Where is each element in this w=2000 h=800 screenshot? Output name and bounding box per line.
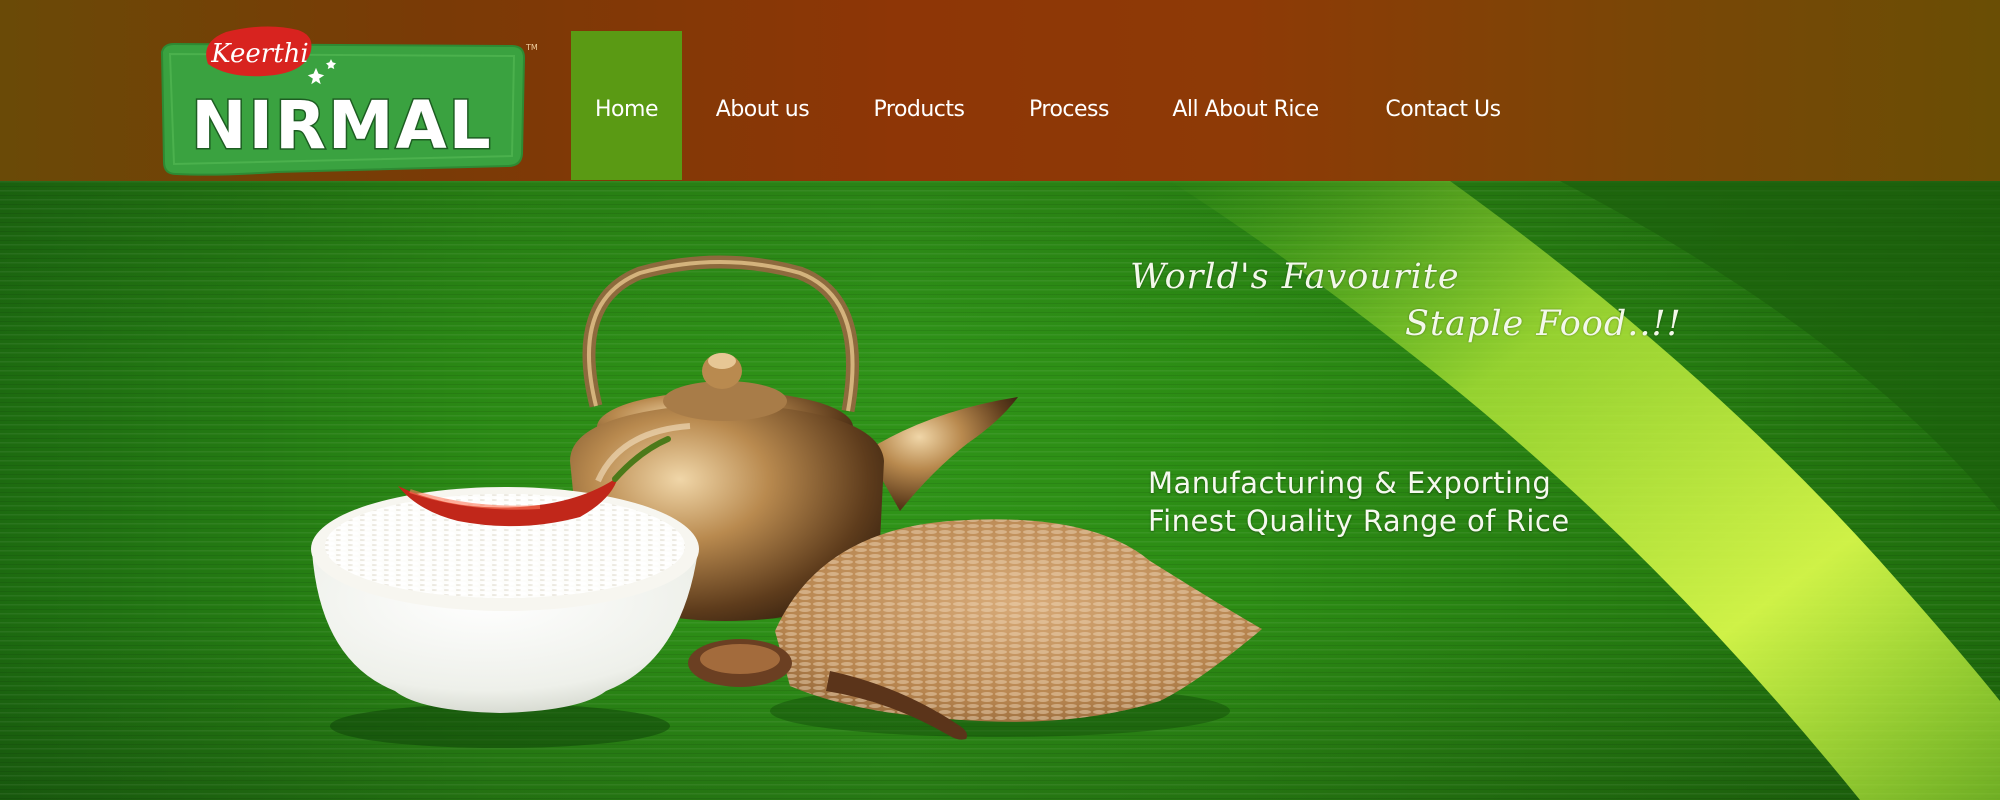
site-header: Keerthi NIRMAL TM Home About us Products… (0, 0, 2000, 181)
tagline-line-1: World's Favourite (1130, 257, 1460, 297)
nav-item-products[interactable]: Products (843, 31, 995, 180)
brand-logo[interactable]: Keerthi NIRMAL TM (156, 24, 538, 182)
nav-label: Contact Us (1385, 97, 1501, 122)
headline-line-1: Manufacturing & Exporting (1148, 466, 1552, 500)
nav-item-process[interactable]: Process (995, 31, 1143, 180)
nav-label: Process (1029, 97, 1109, 122)
logo-script-text: Keerthi (210, 39, 308, 69)
hero-banner: World's Favourite Staple Food..!! Manufa… (0, 181, 2000, 800)
nav-item-about-us[interactable]: About us (682, 31, 843, 180)
headline-line-2: Finest Quality Range of Rice (1148, 504, 1570, 538)
nav-label: About us (715, 97, 810, 122)
nav-label: Products (873, 97, 966, 122)
nav-item-all-about-rice[interactable]: All About Rice (1143, 31, 1348, 180)
hero-illustration (0, 181, 2000, 800)
nav-label: Home (595, 97, 658, 122)
logo-main-text: NIRMAL (191, 87, 492, 164)
tagline-line-2: Staple Food..!! (1405, 304, 1682, 344)
nav-item-home[interactable]: Home (571, 31, 682, 180)
main-nav: Home About us Products Process All About… (571, 31, 1538, 180)
nav-item-contact-us[interactable]: Contact Us (1348, 31, 1538, 180)
nav-label: All About Rice (1172, 97, 1319, 122)
trademark-mark: TM (525, 43, 538, 52)
